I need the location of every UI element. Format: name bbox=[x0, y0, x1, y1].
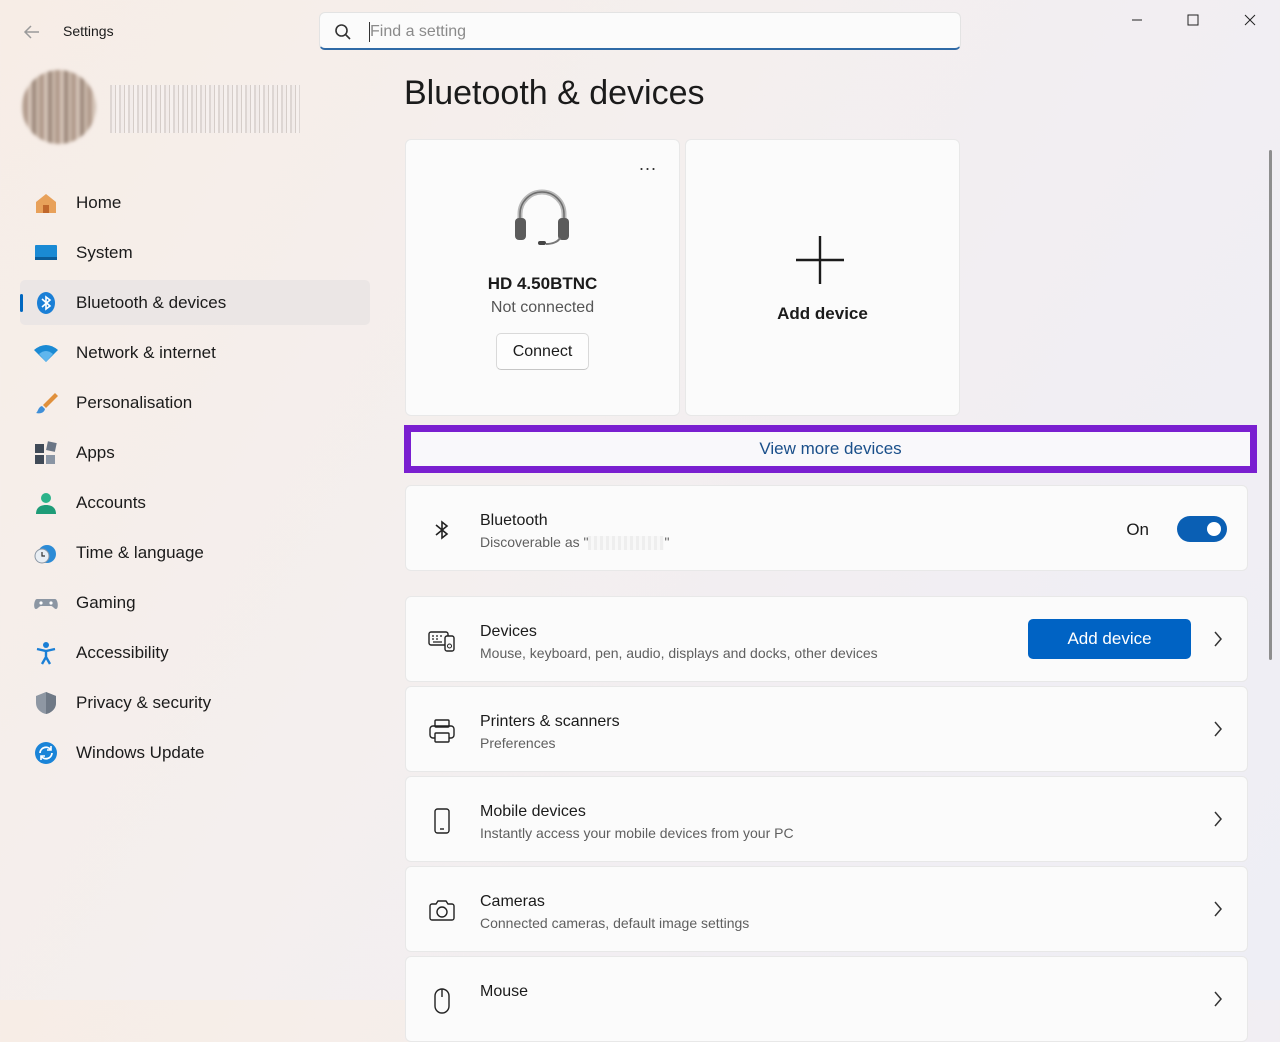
brush-icon bbox=[33, 391, 59, 415]
mouse-title: Mouse bbox=[480, 983, 529, 1000]
sidebar-item-gaming[interactable]: Gaming bbox=[20, 580, 370, 625]
clock-globe-icon bbox=[33, 541, 59, 565]
bluetooth-toggle[interactable] bbox=[1177, 516, 1227, 542]
device-name-redacted bbox=[588, 536, 665, 551]
sidebar-item-personalisation[interactable]: Personalisation bbox=[20, 380, 370, 425]
device-name: HD 4.50BTNC bbox=[487, 274, 598, 293]
sidebar-item-home[interactable]: Home bbox=[20, 180, 370, 225]
printer-icon bbox=[428, 717, 456, 745]
printers-scanners-row[interactable]: Printers & scanners Preferences bbox=[405, 686, 1248, 772]
sidebar-item-network[interactable]: Network & internet bbox=[20, 330, 370, 375]
headphones-icon bbox=[510, 184, 574, 248]
gamepad-icon bbox=[33, 591, 59, 615]
mobile-devices-title: Mobile devices bbox=[480, 803, 586, 820]
toggle-knob bbox=[1207, 522, 1221, 536]
devices-subtitle: Mouse, keyboard, pen, audio, displays an… bbox=[480, 645, 878, 661]
sidebar-item-label: Bluetooth & devices bbox=[76, 292, 227, 312]
chevron-right-icon bbox=[1211, 719, 1225, 739]
maximize-button[interactable] bbox=[1173, 8, 1213, 32]
sidebar-item-accessibility[interactable]: Accessibility bbox=[20, 630, 370, 675]
add-device-button[interactable]: Add device bbox=[1028, 619, 1191, 659]
sidebar-nav: Home System Bluetooth & devices Network … bbox=[20, 180, 370, 780]
sidebar-item-bluetooth-devices[interactable]: Bluetooth & devices bbox=[20, 280, 370, 325]
sidebar-item-apps[interactable]: Apps bbox=[20, 430, 370, 475]
view-more-devices-link[interactable]: View more devices bbox=[404, 425, 1257, 473]
mobile-devices-row[interactable]: Mobile devices Instantly access your mob… bbox=[405, 776, 1248, 862]
more-options-icon[interactable]: ... bbox=[639, 154, 657, 175]
chevron-right-icon bbox=[1211, 809, 1225, 829]
bluetooth-row: Bluetooth Discoverable as " " On bbox=[405, 485, 1248, 571]
text-caret bbox=[369, 22, 370, 42]
shield-icon bbox=[33, 691, 59, 715]
sidebar-item-label: Windows Update bbox=[76, 742, 205, 762]
avatar[interactable] bbox=[22, 70, 96, 144]
devices-title: Devices bbox=[480, 623, 537, 640]
view-more-label: View more devices bbox=[759, 439, 902, 458]
apps-icon bbox=[33, 441, 59, 465]
update-icon bbox=[33, 741, 59, 765]
device-status: Not connected bbox=[490, 299, 595, 316]
search-box[interactable] bbox=[319, 12, 961, 50]
cameras-subtitle: Connected cameras, default image setting… bbox=[480, 915, 750, 931]
printers-subtitle: Preferences bbox=[480, 735, 556, 751]
vertical-scrollbar[interactable] bbox=[1269, 150, 1272, 660]
camera-icon bbox=[428, 897, 456, 925]
system-icon bbox=[33, 241, 59, 265]
bluetooth-title: Bluetooth bbox=[480, 512, 548, 529]
accessibility-icon bbox=[33, 641, 59, 665]
add-device-label: Add device bbox=[777, 304, 868, 323]
sidebar-item-label: Apps bbox=[76, 442, 115, 462]
bluetooth-icon bbox=[33, 291, 59, 315]
connect-button[interactable]: Connect bbox=[496, 333, 589, 370]
sidebar-item-accounts[interactable]: Accounts bbox=[20, 480, 370, 525]
mobile-devices-subtitle: Instantly access your mobile devices fro… bbox=[480, 825, 794, 841]
sidebar-item-label: Accessibility bbox=[76, 642, 169, 662]
add-device-card[interactable]: Add device bbox=[685, 139, 960, 416]
close-button[interactable] bbox=[1230, 8, 1270, 32]
page-title: Bluetooth & devices bbox=[404, 74, 705, 112]
sidebar-item-label: Accounts bbox=[76, 492, 146, 512]
accounts-icon bbox=[33, 491, 59, 515]
toggle-state-label: On bbox=[1126, 520, 1149, 539]
sidebar-item-label: Time & language bbox=[76, 542, 204, 562]
sidebar-item-label: Privacy & security bbox=[76, 692, 212, 712]
sidebar-item-system[interactable]: System bbox=[20, 230, 370, 275]
chevron-right-icon bbox=[1211, 629, 1225, 649]
bluetooth-icon bbox=[428, 516, 456, 544]
account-name-redacted bbox=[110, 85, 300, 133]
search-input[interactable] bbox=[368, 19, 932, 45]
device-card[interactable]: ... HD 4.50BTNC Not connected Connect bbox=[405, 139, 680, 416]
mouse-icon bbox=[428, 987, 456, 1015]
home-icon bbox=[33, 191, 59, 215]
sidebar-item-label: System bbox=[76, 242, 133, 262]
sidebar-item-time-language[interactable]: Time & language bbox=[20, 530, 370, 575]
sidebar-item-label: Gaming bbox=[76, 592, 136, 612]
phone-icon bbox=[428, 807, 456, 835]
devices-row[interactable]: Devices Mouse, keyboard, pen, audio, dis… bbox=[405, 596, 1248, 682]
chevron-right-icon bbox=[1211, 989, 1225, 1009]
bluetooth-subtitle: Discoverable as " " bbox=[480, 534, 670, 551]
wifi-icon bbox=[33, 341, 59, 365]
title-bar: Settings bbox=[0, 0, 1280, 62]
sidebar-item-label: Home bbox=[76, 192, 122, 212]
printers-title: Printers & scanners bbox=[480, 713, 620, 730]
chevron-right-icon bbox=[1211, 899, 1225, 919]
sidebar-item-windows-update[interactable]: Windows Update bbox=[20, 730, 370, 775]
app-title: Settings bbox=[63, 23, 114, 39]
plus-icon bbox=[794, 234, 846, 286]
discoverable-suffix: " bbox=[664, 534, 670, 550]
devices-icon bbox=[428, 627, 456, 655]
minimize-button[interactable] bbox=[1117, 8, 1157, 32]
discoverable-prefix: Discoverable as " bbox=[480, 534, 589, 550]
sidebar-item-label: Personalisation bbox=[76, 392, 193, 412]
sidebar-item-privacy[interactable]: Privacy & security bbox=[20, 680, 370, 725]
sidebar-item-label: Network & internet bbox=[76, 342, 216, 362]
back-arrow-icon[interactable] bbox=[22, 22, 42, 42]
cameras-row[interactable]: Cameras Connected cameras, default image… bbox=[405, 866, 1248, 952]
cameras-title: Cameras bbox=[480, 893, 545, 910]
search-icon bbox=[334, 23, 352, 41]
mouse-row[interactable]: Mouse bbox=[405, 956, 1248, 1042]
